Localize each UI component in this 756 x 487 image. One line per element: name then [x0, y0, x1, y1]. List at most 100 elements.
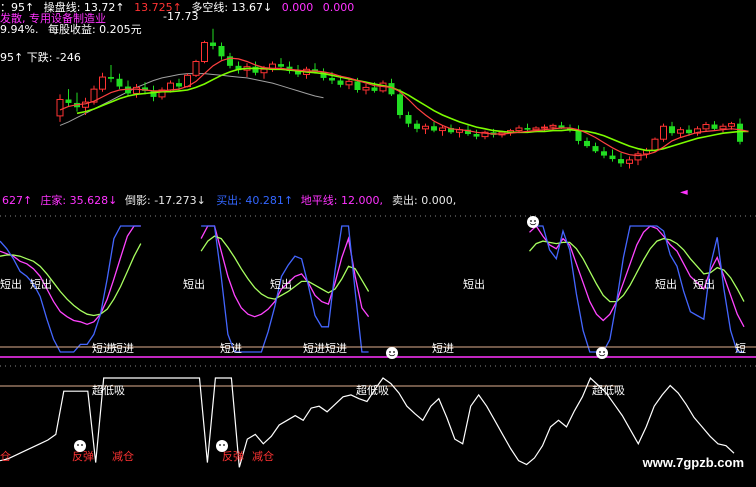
smiley-eye	[77, 444, 79, 446]
signal-label: 减仓	[252, 449, 274, 463]
candle-body	[719, 125, 727, 130]
marker-arrow: ◄	[680, 187, 688, 198]
signal-label: 短出	[30, 277, 52, 291]
candle-body	[397, 94, 403, 116]
candle-body	[618, 159, 624, 164]
candle-body	[108, 77, 114, 79]
candle-body	[609, 155, 616, 160]
kdj-j-line	[0, 225, 744, 353]
candle-body	[660, 125, 667, 140]
candle-body	[626, 159, 633, 164]
indicator-header-item: 地平线: 12.000,	[301, 193, 383, 207]
smiley-eye	[81, 444, 83, 446]
candle-body	[329, 77, 335, 81]
signal-label: 短出	[463, 277, 485, 291]
signal-label: 超低吸	[92, 383, 125, 397]
smiley-eye	[603, 351, 605, 353]
smiley-eye	[534, 220, 536, 222]
candle-body	[201, 42, 208, 63]
smiley-icon	[386, 347, 398, 359]
candle-body	[133, 86, 140, 94]
candle-body	[337, 80, 344, 85]
candle-body	[414, 123, 420, 129]
price-marker: -17.73	[163, 10, 199, 23]
signal-label: 短进	[325, 341, 347, 355]
candle-body	[601, 151, 607, 156]
candle-body	[362, 86, 370, 91]
candle-body	[354, 81, 361, 90]
signal-label: 短进	[303, 341, 325, 355]
candle-body	[439, 127, 446, 132]
smiley-icon	[527, 216, 539, 228]
signal-label: 短进	[220, 341, 242, 355]
candle-body	[737, 123, 743, 142]
candle-body	[669, 126, 675, 134]
trend-label: 95↑ 下跌: -246	[0, 51, 81, 64]
signal-label: 减仓	[112, 449, 134, 463]
candle-body	[431, 126, 437, 131]
signal-label: 短出	[655, 277, 677, 291]
signal-label: 短进	[92, 341, 114, 355]
candlestick-panel	[56, 28, 749, 169]
candle-body	[405, 115, 412, 124]
candle-body	[260, 68, 268, 74]
candle-body	[541, 126, 548, 129]
smiley-face	[216, 440, 228, 452]
candle-body	[575, 130, 582, 141]
indicator-header-item: 卖出: 0.000,	[392, 193, 456, 207]
signal-label: 短进	[112, 341, 134, 355]
header-item: 0.000	[281, 1, 314, 14]
signal-label: 短出	[693, 277, 715, 291]
candle-body	[56, 98, 64, 117]
candle-body	[218, 45, 225, 57]
indicator-header-item: 627↑	[2, 194, 32, 207]
ma-mid-line	[76, 67, 749, 152]
signal-label: 短出	[0, 277, 22, 291]
signal-label: 超低吸	[356, 383, 389, 397]
candle-body	[176, 83, 182, 87]
candle-body	[711, 124, 718, 129]
pct-value: 9.94%.	[0, 23, 39, 36]
candle-body	[686, 129, 692, 134]
candle-body	[278, 64, 284, 67]
smiley-icon	[596, 347, 608, 359]
smiley-eye	[393, 351, 395, 353]
indicator-header-item: 庄家: 35.628↓	[40, 193, 117, 207]
smiley-eye	[219, 444, 221, 446]
kdj-panel: 627↑ 庄家: 35.628↓ 倒影: -17.273↓ 买出: 40.281↑ 地平…	[0, 187, 756, 359]
candle-body	[515, 127, 523, 132]
signal-label: 短出	[183, 277, 205, 291]
candle-body	[125, 86, 131, 94]
smiley-icon	[74, 440, 86, 452]
smiley-face	[527, 216, 539, 228]
signal-label: 反弹	[222, 449, 244, 463]
signal-label: 短	[735, 341, 746, 355]
candle-body	[345, 80, 353, 86]
indicator-header-item: 倒影: -17.273↓	[125, 194, 206, 207]
kdj-k-line	[0, 224, 745, 328]
smiley-eye	[389, 351, 391, 353]
header-item: 多空线: 13.67↓	[191, 1, 273, 14]
candle-body	[167, 82, 174, 91]
candle-body	[728, 123, 735, 127]
smiley-eye	[599, 351, 601, 353]
candle-body	[592, 146, 599, 152]
candle-body	[116, 78, 123, 87]
signal-label: 超低吸	[592, 383, 625, 397]
candle-body	[65, 99, 72, 103]
eps-value: 每股收益: 0.205元	[47, 23, 142, 36]
indicator-header-item: 买出: 40.281↑	[216, 193, 293, 207]
candle-body	[524, 127, 531, 130]
candle-body	[210, 42, 216, 46]
chart-canvas: 627↑ 庄家: 35.628↓ 倒影: -17.273↓ 买出: 40.281↑ 地平…	[0, 28, 756, 468]
ma-short-line	[59, 57, 749, 157]
signal-label: 仓	[0, 449, 11, 463]
smiley-face	[596, 347, 608, 359]
candle-body	[651, 138, 659, 151]
candle-body	[702, 124, 710, 130]
signal-label: 短出	[270, 277, 292, 291]
smiley-eye	[530, 220, 532, 222]
pct-label: 9.94%. 每股收益: 0.205元	[0, 23, 142, 36]
smiley-face	[386, 347, 398, 359]
candle-body	[192, 61, 200, 76]
